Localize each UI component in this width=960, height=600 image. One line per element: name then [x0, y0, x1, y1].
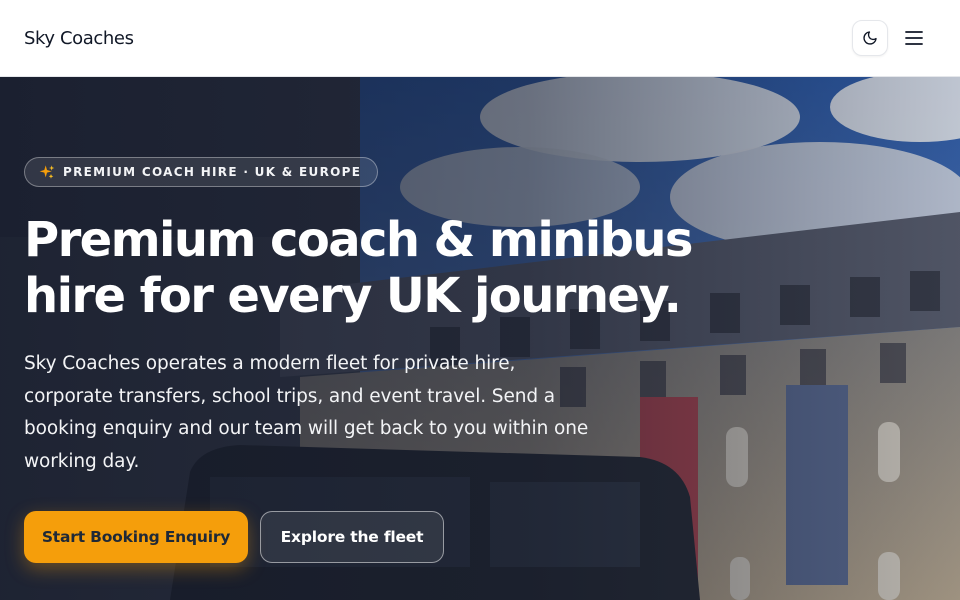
start-booking-enquiry-button[interactable]: Start Booking Enquiry [24, 511, 248, 563]
explore-fleet-button[interactable]: Explore the fleet [260, 511, 444, 563]
moon-icon [862, 30, 878, 46]
badge-label: PREMIUM COACH HIRE · UK & EUROPE [63, 165, 362, 179]
menu-button[interactable] [900, 24, 928, 52]
hamburger-menu-icon [904, 29, 924, 47]
theme-toggle-button[interactable] [852, 20, 888, 56]
headline-line-1: Premium coach & minibus [24, 212, 694, 268]
hero-description: Sky Coaches operates a modern fleet for … [24, 353, 589, 472]
sparkle-icon [39, 164, 55, 180]
site-header: Sky Coaches [0, 0, 960, 77]
brand-logo[interactable]: Sky Coaches [24, 28, 134, 49]
primary-cta-label: Start Booking Enquiry [41, 528, 231, 546]
secondary-cta-label: Explore the fleet [280, 528, 424, 546]
hero-badge: PREMIUM COACH HIRE · UK & EUROPE [24, 157, 379, 187]
headline-line-2: hire for every UK journey. [24, 268, 682, 324]
hero-section: PREMIUM COACH HIRE · UK & EUROPE Premium… [0, 77, 960, 600]
hero-headline: Premium coach & minibus hire for every U… [24, 212, 724, 324]
